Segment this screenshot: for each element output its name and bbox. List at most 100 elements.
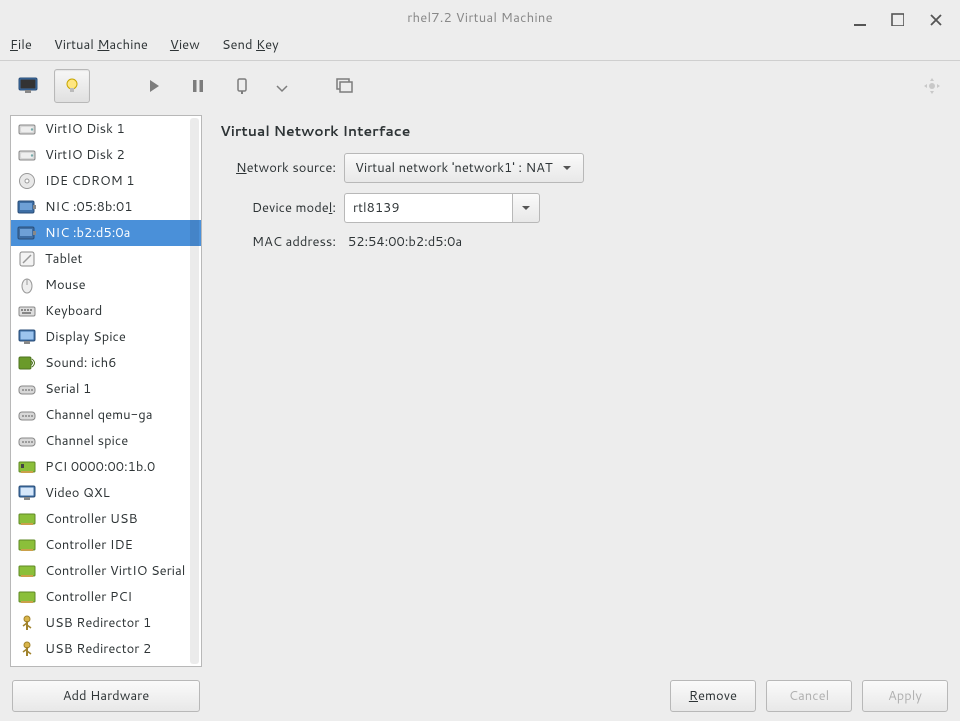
hardware-item-label: Sound: ich6 bbox=[45, 354, 116, 372]
close-icon[interactable] bbox=[926, 10, 942, 26]
hardware-item[interactable]: IDE CDROM 1 bbox=[11, 168, 201, 194]
hardware-item-label: Channel spice bbox=[45, 432, 128, 450]
scrollbar[interactable] bbox=[190, 118, 199, 664]
tablet-icon bbox=[17, 249, 37, 269]
controller-icon bbox=[17, 535, 37, 555]
hardware-item[interactable]: Channel spice bbox=[11, 428, 201, 454]
keyboard-icon bbox=[17, 301, 37, 321]
hardware-item-label: NIC :05:8b:01 bbox=[45, 198, 133, 216]
toolbar bbox=[0, 61, 960, 111]
hardware-item-label: NIC :b2:d5:0a bbox=[45, 224, 130, 242]
hardware-item[interactable]: Sound: ich6 bbox=[11, 350, 201, 376]
hardware-item[interactable]: USB Redirector 2 bbox=[11, 636, 201, 662]
hardware-item-label: VirtIO Disk 2 bbox=[45, 146, 125, 164]
details-heading: Virtual Network Interface bbox=[220, 121, 942, 141]
hardware-item-label: Serial 1 bbox=[45, 380, 91, 398]
serial-icon bbox=[17, 405, 37, 425]
hardware-item-label: USB Redirector 2 bbox=[45, 640, 151, 658]
network-source-value: Virtual network 'network1' : NAT bbox=[355, 159, 553, 177]
usb-icon bbox=[17, 613, 37, 633]
hardware-item-label: Mouse bbox=[45, 276, 86, 294]
menu-file[interactable]: File bbox=[10, 36, 32, 54]
add-hardware-label: Add Hardware bbox=[63, 687, 150, 705]
nic-icon bbox=[17, 223, 37, 243]
disk-icon bbox=[17, 145, 37, 165]
main-area: VirtIO Disk 1 VirtIO Disk 2 IDE CDROM 1 NIC… bbox=[0, 111, 960, 671]
chevron-down-icon bbox=[520, 202, 532, 214]
shutdown-button[interactable] bbox=[224, 69, 260, 103]
apply-label: Apply bbox=[888, 687, 922, 705]
hardware-item-label: Controller VirtIO Serial bbox=[45, 562, 185, 580]
hardware-item-label: PCI 0000:00:1b.0 bbox=[45, 458, 155, 476]
hardware-item[interactable]: NIC :b2:d5:0a bbox=[11, 220, 201, 246]
details-pane: Virtual Network Interface Network source… bbox=[202, 111, 960, 671]
hardware-item-label: USB Redirector 1 bbox=[45, 614, 151, 632]
hardware-item[interactable]: Channel qemu-ga bbox=[11, 402, 201, 428]
run-button[interactable] bbox=[136, 69, 172, 103]
display-icon bbox=[17, 327, 37, 347]
hardware-item-label: Controller PCI bbox=[45, 588, 132, 606]
maximize-icon[interactable] bbox=[888, 10, 904, 26]
hardware-item[interactable]: Display Spice bbox=[11, 324, 201, 350]
hardware-item[interactable]: Controller IDE bbox=[11, 532, 201, 558]
device-model-combo[interactable] bbox=[344, 193, 540, 223]
hardware-item-label: IDE CDROM 1 bbox=[45, 172, 135, 190]
hardware-item-label: Channel qemu-ga bbox=[45, 406, 153, 424]
chevron-down-icon bbox=[561, 162, 573, 174]
hardware-item-label: Display Spice bbox=[45, 328, 126, 346]
pause-button[interactable] bbox=[180, 69, 216, 103]
shutdown-menu-button[interactable] bbox=[268, 69, 292, 103]
hardware-item[interactable]: Controller PCI bbox=[11, 584, 201, 610]
serial-icon bbox=[17, 431, 37, 451]
hardware-item[interactable]: VirtIO Disk 2 bbox=[11, 142, 201, 168]
hardware-item[interactable]: USB Redirector 1 bbox=[11, 610, 201, 636]
hardware-item-label: VirtIO Disk 1 bbox=[45, 120, 125, 138]
network-source-select[interactable]: Virtual network 'network1' : NAT bbox=[344, 153, 584, 183]
minimize-icon[interactable] bbox=[850, 10, 866, 26]
hardware-item[interactable]: Tablet bbox=[11, 246, 201, 272]
controller-icon bbox=[17, 561, 37, 581]
hardware-item-label: Controller USB bbox=[45, 510, 138, 528]
hardware-item[interactable]: PCI 0000:00:1b.0 bbox=[11, 454, 201, 480]
device-model-dropdown-button[interactable] bbox=[512, 193, 540, 223]
device-model-label: Device model: bbox=[220, 199, 336, 217]
controller-icon bbox=[17, 509, 37, 529]
video-icon bbox=[17, 483, 37, 503]
serial-icon bbox=[17, 379, 37, 399]
hardware-item-label: Controller IDE bbox=[45, 536, 133, 554]
fullscreen-button[interactable] bbox=[914, 69, 950, 103]
add-hardware-button[interactable]: Add Hardware bbox=[12, 680, 200, 712]
details-view-button[interactable] bbox=[54, 69, 90, 103]
menu-send-key[interactable]: Send Key bbox=[222, 36, 279, 54]
hardware-item-label: Keyboard bbox=[45, 302, 102, 320]
hardware-item[interactable]: VirtIO Disk 1 bbox=[11, 116, 201, 142]
device-model-input[interactable] bbox=[344, 193, 512, 223]
remove-button[interactable]: Remove bbox=[670, 680, 756, 712]
hardware-item[interactable]: Serial 1 bbox=[11, 376, 201, 402]
hardware-item[interactable]: Controller USB bbox=[11, 506, 201, 532]
menu-bar: File Virtual Machine View Send Key bbox=[0, 36, 960, 60]
network-source-label: Network source: bbox=[220, 159, 336, 177]
usb-icon bbox=[17, 639, 37, 659]
disk-icon bbox=[17, 119, 37, 139]
hardware-item[interactable]: Video QXL bbox=[11, 480, 201, 506]
pci-icon bbox=[17, 457, 37, 477]
sound-icon bbox=[17, 353, 37, 373]
menu-virtual-machine[interactable]: Virtual Machine bbox=[54, 36, 148, 54]
cancel-button: Cancel bbox=[766, 680, 852, 712]
controller-icon bbox=[17, 587, 37, 607]
hardware-item-label: Tablet bbox=[45, 250, 82, 268]
hardware-item[interactable]: NIC :05:8b:01 bbox=[11, 194, 201, 220]
cancel-label: Cancel bbox=[789, 687, 829, 705]
console-view-button[interactable] bbox=[10, 69, 46, 103]
title-bar: rhel7.2 Virtual Machine bbox=[0, 0, 960, 36]
window-title: rhel7.2 Virtual Machine bbox=[407, 9, 553, 27]
hardware-item[interactable]: Mouse bbox=[11, 272, 201, 298]
hardware-list[interactable]: VirtIO Disk 1 VirtIO Disk 2 IDE CDROM 1 NIC… bbox=[10, 115, 202, 667]
hardware-item[interactable]: Controller VirtIO Serial bbox=[11, 558, 201, 584]
menu-view[interactable]: View bbox=[170, 36, 200, 54]
footer-bar: Add Hardware Remove Cancel Apply bbox=[0, 671, 960, 721]
nic-icon bbox=[17, 197, 37, 217]
snapshots-button[interactable] bbox=[326, 69, 362, 103]
hardware-item[interactable]: Keyboard bbox=[11, 298, 201, 324]
